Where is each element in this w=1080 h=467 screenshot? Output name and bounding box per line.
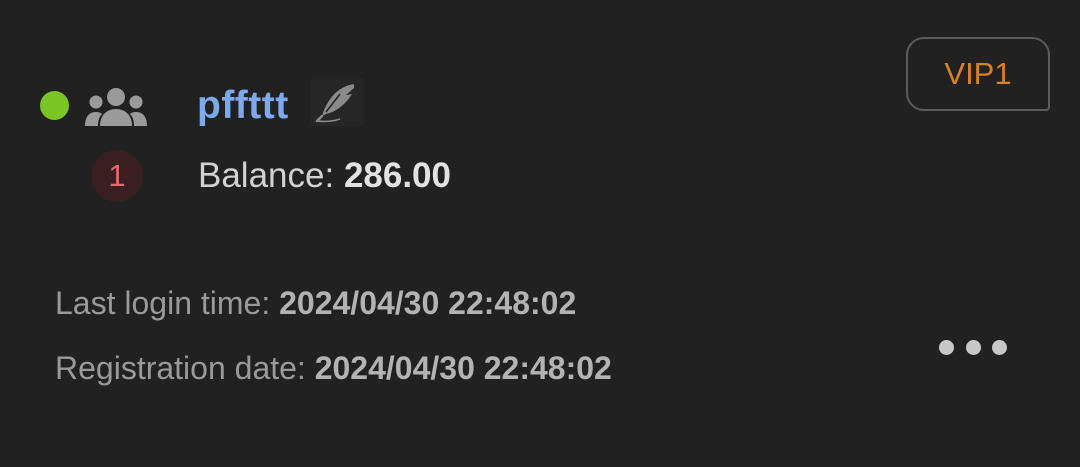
more-icon-dot (965, 339, 981, 355)
username[interactable]: pffttt (197, 80, 289, 132)
online-status-dot (40, 91, 69, 120)
vip-badge: VIP1 (906, 37, 1050, 111)
registration-label: Registration date: (55, 350, 315, 386)
notification-count-badge: 1 (91, 150, 143, 202)
last-login-value: 2024/04/30 22:48:02 (279, 285, 577, 321)
feather-icon[interactable] (310, 78, 364, 126)
more-icon-dot (939, 339, 954, 355)
more-options-button[interactable] (936, 333, 1010, 361)
balance-label: Balance: (198, 156, 344, 195)
last-login-time: Last login time: 2024/04/30 22:48:02 (55, 281, 576, 325)
registration-date: Registration date: 2024/04/30 22:48:02 (55, 346, 612, 390)
balance: Balance: 286.00 (198, 152, 451, 200)
last-login-label: Last login time: (55, 285, 280, 321)
more-icon-dot (992, 339, 1007, 355)
user-card: pffttt VIP1 1 Balance: 286.00 Last login… (0, 0, 1080, 467)
registration-value: 2024/04/30 22:48:02 (314, 350, 612, 386)
group-icon (85, 88, 147, 126)
balance-value: 286.00 (343, 156, 451, 195)
